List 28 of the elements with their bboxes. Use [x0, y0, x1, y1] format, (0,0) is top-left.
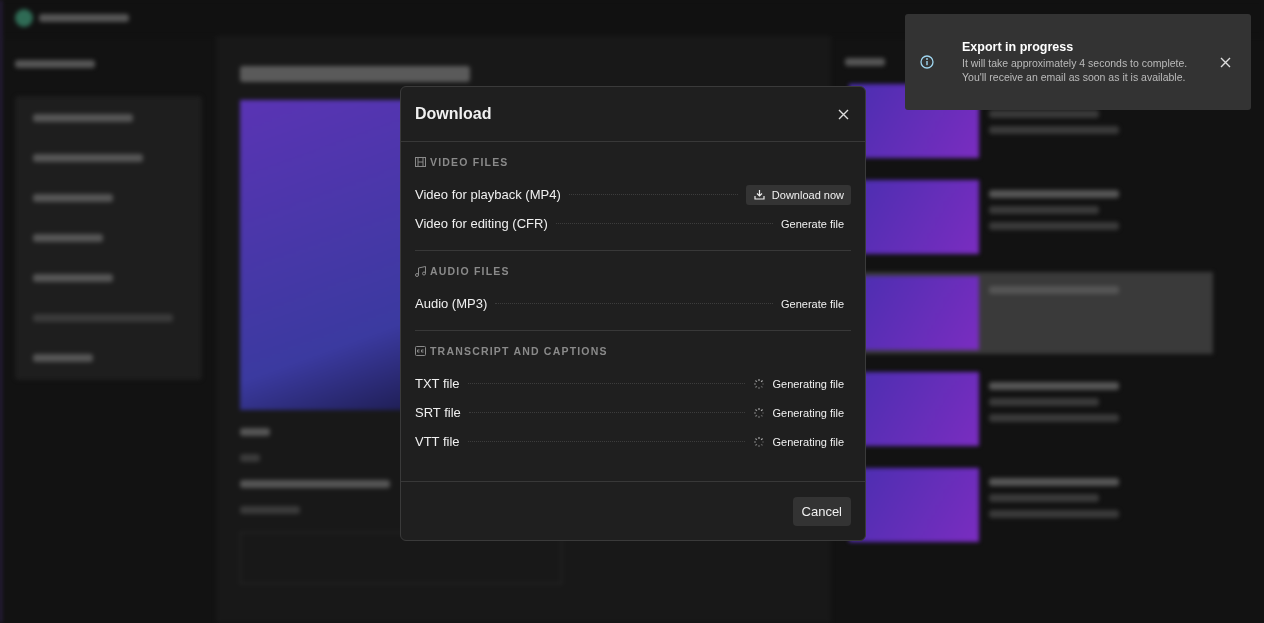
status-text: Generating file	[772, 435, 844, 448]
file-name: Video for playback (MP4)	[415, 187, 561, 202]
captions-icon	[415, 346, 426, 356]
spinner-icon	[753, 377, 766, 390]
file-name: Video for editing (CFR)	[415, 216, 548, 231]
spinner-icon	[753, 435, 766, 448]
generate-file-button[interactable]: Generate file	[781, 297, 851, 310]
file-name: SRT file	[415, 405, 461, 420]
generate-file-button[interactable]: Generate file	[781, 217, 851, 230]
music-note-icon	[415, 265, 426, 277]
section-heading: AUDIO FILES	[430, 265, 510, 277]
file-name: TXT file	[415, 376, 460, 391]
download-icon	[753, 189, 765, 200]
download-now-button[interactable]: Download now	[745, 184, 851, 205]
section-heading: VIDEO FILES	[430, 156, 509, 168]
info-icon	[920, 55, 934, 69]
section-heading: TRANSCRIPT AND CAPTIONS	[430, 345, 608, 357]
status-text: Generating file	[772, 406, 844, 419]
spinner-icon	[753, 406, 766, 419]
file-name: Audio (MP3)	[415, 296, 488, 311]
toast-title: Export in progress	[962, 40, 1075, 54]
film-icon	[415, 157, 426, 167]
status-text: Generating file	[772, 377, 844, 390]
toast-message: It will take approximately 4 seconds to complete. You'll receive an email as soon as it is available.	[962, 56, 1189, 84]
blurred-text-drawing	[845, 58, 885, 66]
dialog-title: Download	[415, 105, 492, 123]
file-name: VTT file	[415, 434, 460, 449]
cancel-button[interactable]: Cancel	[792, 496, 851, 526]
